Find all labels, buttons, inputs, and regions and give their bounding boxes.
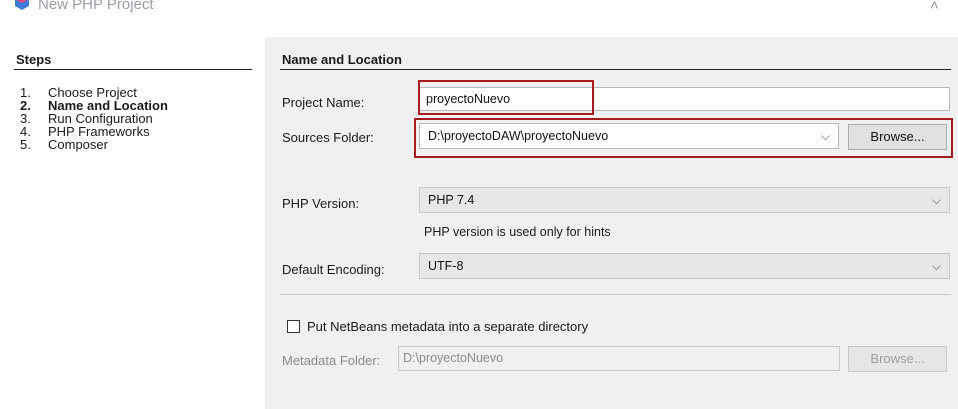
metadata-checkbox[interactable] <box>287 320 300 333</box>
steps-heading: Steps <box>16 52 52 67</box>
title-bar: New PHP Project ˄ <box>0 0 958 22</box>
section-title: Name and Location <box>282 52 402 67</box>
steps-list: 1. Choose Project 2. Name and Location 3. R… <box>20 86 168 151</box>
metadata-browse-button[interactable]: Browse... <box>848 346 947 372</box>
php-version-value: PHP 7.4 <box>428 193 475 207</box>
chevron-down-icon[interactable]: ⌵ <box>932 188 941 212</box>
options-divider <box>280 294 951 295</box>
php-version-hint: PHP version is used only for hints <box>424 225 611 239</box>
window-title: New PHP Project <box>38 0 154 13</box>
netbeans-app-icon <box>15 0 29 10</box>
metadata-checkbox-label[interactable]: Put NetBeans metadata into a separate di… <box>307 319 588 334</box>
metadata-folder-input[interactable]: D:\proyectoNuevo <box>398 346 840 371</box>
default-encoding-select[interactable]: UTF-8 ⌵ <box>419 253 950 279</box>
project-name-highlight <box>418 80 594 115</box>
chevron-down-icon[interactable]: ⌵ <box>932 254 941 278</box>
sources-folder-highlight <box>414 118 953 158</box>
steps-divider <box>14 69 252 70</box>
metadata-folder-label: Metadata Folder: <box>282 353 381 368</box>
project-name-label: Project Name: <box>282 95 365 110</box>
default-encoding-value: UTF-8 <box>428 259 464 273</box>
step-item-composer: 5. Composer <box>20 137 108 152</box>
section-divider <box>280 69 951 70</box>
collapse-icon[interactable]: ˄ <box>930 0 939 14</box>
default-encoding-label: Default Encoding: <box>282 262 385 277</box>
sources-folder-label: Sources Folder: <box>282 130 374 145</box>
php-version-label: PHP Version: <box>282 196 360 211</box>
php-version-select[interactable]: PHP 7.4 ⌵ <box>419 187 950 213</box>
